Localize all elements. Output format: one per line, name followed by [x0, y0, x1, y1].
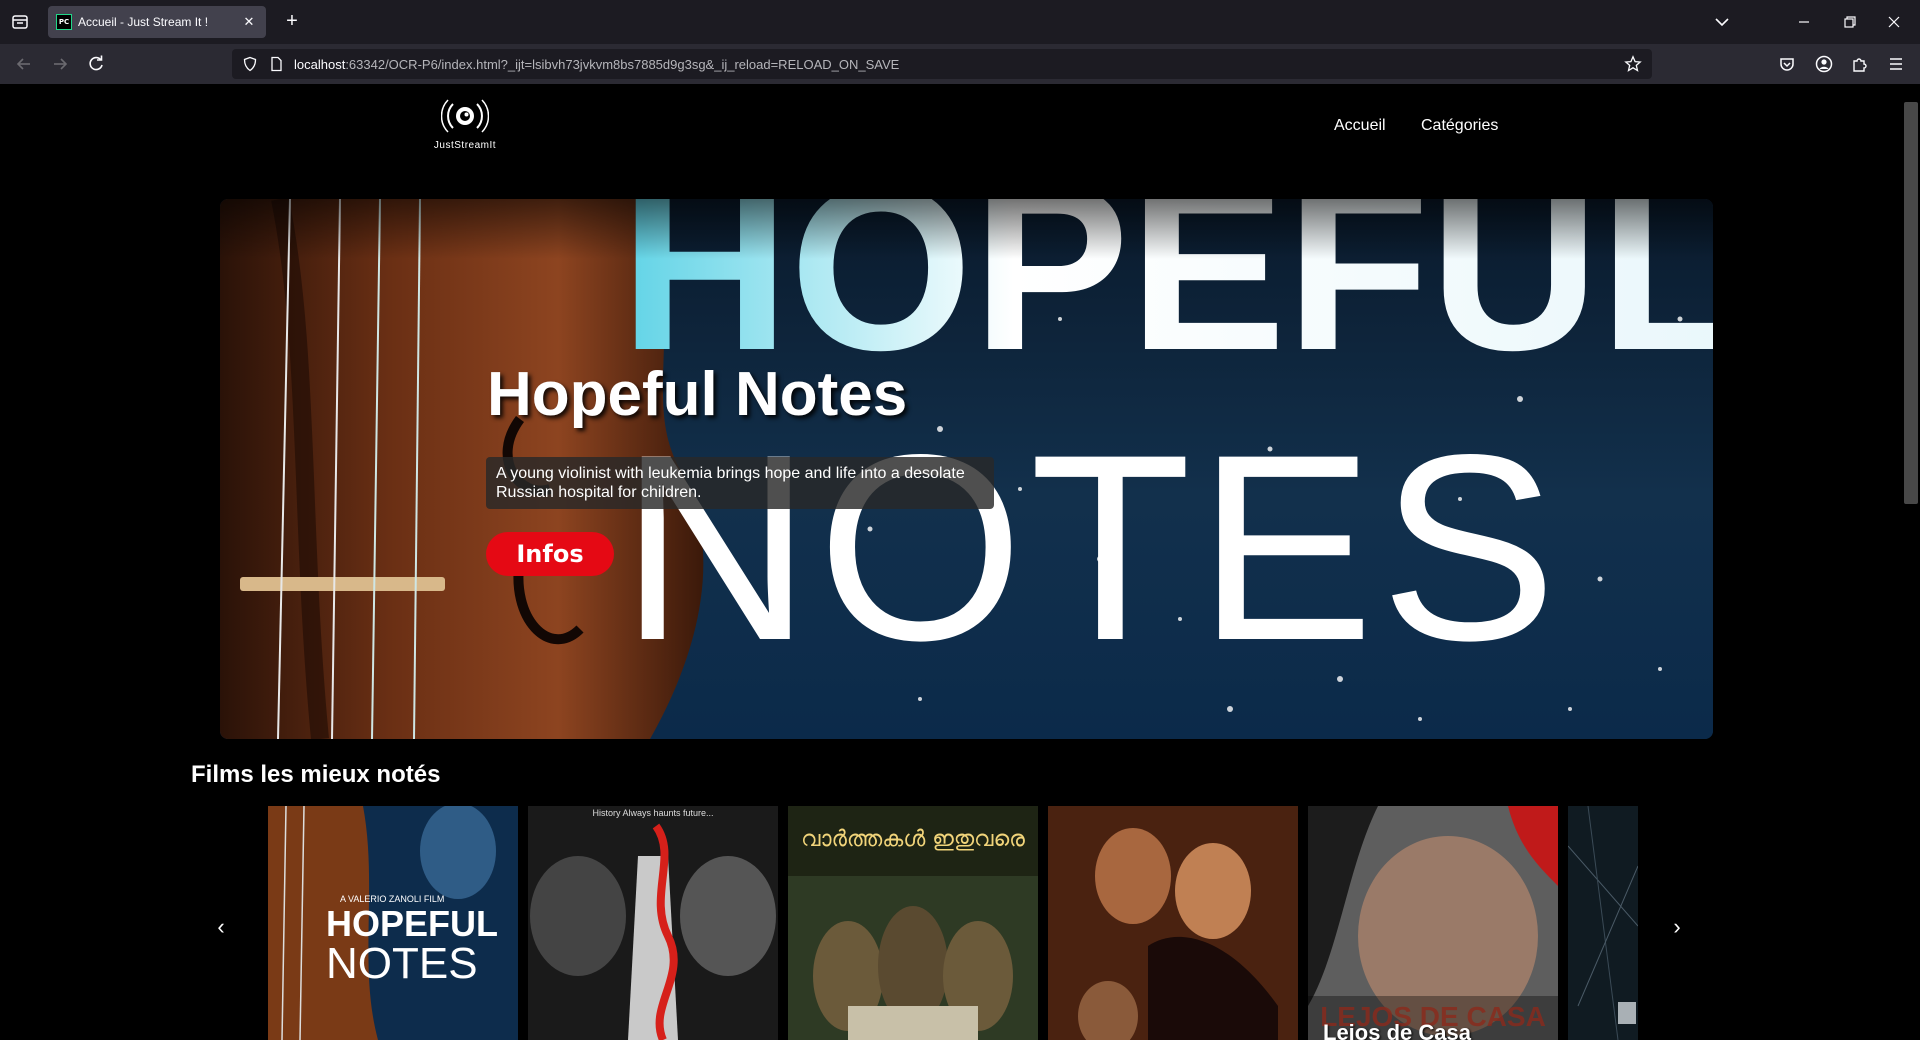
film-card[interactable]: വാർത്തകൾ ഇതുവരെ: [788, 806, 1038, 1040]
page-viewport: JustStreamIt Accueil Catégories HOPEFUL …: [0, 84, 1920, 1040]
best-rated-carousel: ‹ A VALERIO ZANOLI FILM HOPEFUL NOTES Hi…: [210, 806, 1690, 1040]
restore-window-icon[interactable]: [1838, 10, 1862, 34]
film-poster-image: LEJOS DE CASA: [1308, 806, 1558, 1040]
section-title-best-rated: Films les mieux notés: [191, 761, 441, 788]
svg-text:NOTES: NOTES: [326, 939, 478, 988]
tab-title: Accueil - Just Stream It !: [78, 15, 209, 29]
back-arrow-icon[interactable]: [12, 52, 36, 76]
page-scrollbar[interactable]: [1902, 84, 1920, 1040]
film-card[interactable]: History Always haunts future...: [528, 806, 778, 1040]
browser-navigation-bar: localhost:63342/OCR-P6/index.html?_ijt=l…: [0, 44, 1920, 84]
account-icon[interactable]: [1812, 52, 1836, 76]
close-window-icon[interactable]: [1882, 10, 1906, 34]
tab-active[interactable]: PC Accueil - Just Stream It ! ✕: [48, 6, 266, 38]
minimize-window-icon[interactable]: [1792, 10, 1816, 34]
svg-text:History Always haunts futur: History Always haunts future...: [592, 808, 713, 818]
tab-list-icon[interactable]: [8, 11, 32, 33]
film-card-title: Leios de Casa: [1323, 1020, 1471, 1040]
page-info-icon[interactable]: [268, 56, 284, 72]
url-text[interactable]: localhost:63342/OCR-P6/index.html?_ijt=l…: [294, 57, 899, 72]
svg-text:NOTES: NOTES: [620, 400, 1563, 696]
list-all-tabs-chevron-icon[interactable]: [1710, 10, 1734, 34]
extensions-puzzle-icon[interactable]: [1848, 52, 1872, 76]
svg-text:HOPEFUL: HOPEFUL: [326, 903, 498, 944]
film-poster-image: വാർത്തകൾ ഇതുവരെ: [788, 806, 1038, 1040]
nav-link-accueil[interactable]: Accueil: [1334, 117, 1386, 135]
eye-logo-icon: [441, 96, 489, 136]
tab-close-icon[interactable]: ✕: [240, 13, 258, 31]
carousel-prev-arrow-icon[interactable]: ‹: [210, 916, 232, 938]
reload-icon[interactable]: [84, 52, 108, 76]
logo-text: JustStreamIt: [433, 140, 497, 151]
bookmark-star-icon[interactable]: [1624, 55, 1642, 73]
pocket-icon[interactable]: [1775, 52, 1799, 76]
infos-button[interactable]: Infos: [486, 532, 614, 576]
application-menu-icon[interactable]: [1884, 52, 1908, 76]
hero-description: A young violinist with leukemia brings h…: [486, 457, 994, 509]
tracking-protection-shield-icon[interactable]: [242, 56, 258, 72]
carousel-next-arrow-icon[interactable]: ›: [1666, 916, 1688, 938]
hero-title: Hopeful Notes: [487, 360, 908, 429]
film-card[interactable]: A VALERIO ZANOLI FILM HOPEFUL NOTES: [268, 806, 518, 1040]
svg-text:വാർത്തകൾ ഇതുവരെ: വാർത്തകൾ ഇതുവരെ: [801, 827, 1025, 852]
film-poster-image: [1048, 806, 1298, 1040]
nav-link-categories[interactable]: Catégories: [1421, 117, 1498, 135]
scrollbar-thumb[interactable]: [1904, 102, 1918, 504]
forward-arrow-icon[interactable]: [48, 52, 72, 76]
site-logo[interactable]: JustStreamIt: [424, 96, 506, 154]
film-poster-image: History Always haunts future...: [528, 806, 778, 1040]
film-card[interactable]: [1568, 806, 1638, 1040]
new-tab-icon[interactable]: +: [280, 10, 304, 34]
film-poster-image: A VALERIO ZANOLI FILM HOPEFUL NOTES: [268, 806, 518, 1040]
film-poster-image: [1568, 806, 1638, 1040]
pycharm-favicon-icon: PC: [56, 14, 72, 30]
film-card[interactable]: [1048, 806, 1298, 1040]
featured-film-banner: HOPEFUL NOTES Hopeful Notes A young viol…: [220, 199, 1713, 739]
carousel-track: A VALERIO ZANOLI FILM HOPEFUL NOTES Hist…: [268, 806, 1638, 1040]
film-card[interactable]: LEJOS DE CASA Leios de Casa: [1308, 806, 1558, 1040]
browser-tab-strip: PC Accueil - Just Stream It ! ✕ +: [0, 0, 1920, 44]
url-bar[interactable]: localhost:63342/OCR-P6/index.html?_ijt=l…: [232, 49, 1652, 79]
